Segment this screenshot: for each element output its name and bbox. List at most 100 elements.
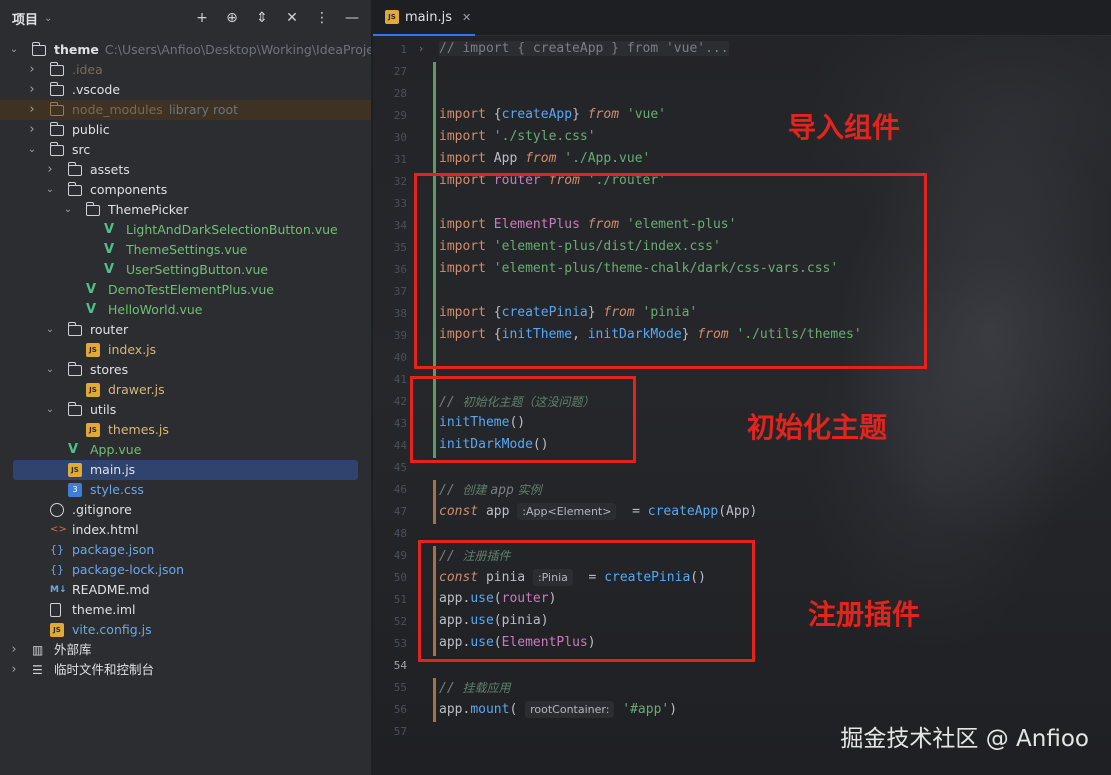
library-root-tag: library root — [168, 102, 239, 117]
tree-item[interactable]: M↓ README.md — [0, 580, 371, 600]
fold-arrow-icon[interactable]: › — [419, 42, 423, 55]
chevron-down-icon[interactable]: ⌄ — [26, 140, 38, 160]
tree-item[interactable]: V ThemeSettings.vue — [0, 240, 371, 260]
file-icon — [50, 603, 61, 617]
tree-item[interactable]: V DemoTestElementPlus.vue — [0, 280, 371, 300]
tree-item[interactable]: › assets — [0, 160, 371, 180]
line-number: 33 — [393, 197, 407, 210]
project-view-selector[interactable]: 项目 — [12, 9, 38, 28]
tree-item-label: package.json — [72, 540, 154, 560]
tree-item[interactable]: ⌄ components — [0, 180, 371, 200]
folder-icon — [67, 402, 82, 416]
tree-item[interactable]: › ▥ 外部库 — [0, 640, 371, 660]
tree-item[interactable]: ⌄ theme C:\Users\Anfioo\Desktop\Working\Id… — [0, 40, 371, 60]
tree-item[interactable]: .gitignore — [0, 500, 371, 520]
chevron-down-icon[interactable]: ⌄ — [62, 200, 74, 220]
tree-item[interactable]: V HelloWorld.vue — [0, 300, 371, 320]
tree-item-label: UserSettingButton.vue — [126, 260, 268, 280]
tree-item-label: package-lock.json — [72, 560, 184, 580]
vcs-change-marker[interactable] — [433, 480, 436, 524]
tree-item-label: theme C:\Users\Anfioo\Desktop\Working\Ide… — [54, 40, 371, 60]
tree-item[interactable]: › .idea — [0, 60, 371, 80]
chevron-down-icon[interactable]: ⌄ — [44, 360, 56, 380]
locate-icon[interactable]: ⊕ — [223, 9, 241, 27]
tree-item[interactable]: › node_modules library root — [0, 100, 371, 120]
tree-item[interactable]: JS index.js — [0, 340, 371, 360]
annotation-plugins: 注册插件 — [808, 598, 921, 631]
code-token: '#app' — [622, 702, 670, 717]
add-icon[interactable]: + — [193, 9, 211, 27]
chevron-down-icon[interactable]: ⌄ — [44, 400, 56, 420]
tree-item-name: src — [72, 142, 91, 157]
tree-item[interactable]: ⌄ stores — [0, 360, 371, 380]
code-token: app — [478, 504, 518, 519]
tree-item[interactable]: ⌄ router — [0, 320, 371, 340]
chevron-down-icon[interactable]: ⌄ — [44, 320, 56, 340]
code-line: import {createApp} from 'vue' — [439, 107, 666, 122]
tree-item-name: index.html — [72, 522, 139, 537]
tree-item[interactable]: › public — [0, 120, 371, 140]
tree-item[interactable]: <> index.html — [0, 520, 371, 540]
code-token: ( — [509, 702, 526, 717]
chevron-right-icon[interactable]: › — [26, 60, 38, 80]
expand-icon[interactable]: ⇕ — [253, 9, 271, 27]
more-icon[interactable]: ⋮ — [313, 9, 331, 27]
chevron-down-icon[interactable]: ⌄ — [44, 13, 52, 24]
tree-item[interactable]: {} package.json — [0, 540, 371, 560]
code-token: = — [616, 504, 648, 519]
tree-item-label: App.vue — [90, 440, 141, 460]
tree-item[interactable]: theme.iml — [0, 600, 371, 620]
tree-item-label: stores — [90, 360, 128, 380]
tree-item-name: public — [72, 122, 110, 137]
tree-item[interactable]: ⌄ ThemePicker — [0, 200, 371, 220]
tree-item[interactable]: JS drawer.js — [0, 380, 371, 400]
tree-item-label: ThemePicker — [108, 200, 188, 220]
tree-item-label: index.js — [108, 340, 156, 360]
tree-item-label: src — [72, 140, 90, 160]
chevron-right-icon[interactable]: › — [8, 640, 20, 660]
chevron-down-icon[interactable]: ⌄ — [44, 180, 56, 200]
chevron-down-icon[interactable]: ⌄ — [8, 40, 20, 60]
tree-item[interactable]: V App.vue — [0, 440, 371, 460]
folder-icon — [31, 42, 46, 56]
vcs-change-marker[interactable] — [433, 678, 436, 722]
chevron-right-icon[interactable]: › — [44, 160, 56, 180]
js-file-icon: JS — [86, 343, 100, 357]
tree-item-label: utils — [90, 400, 116, 420]
tree-item[interactable]: V LightAndDarkSelectionButton.vue — [0, 220, 371, 240]
collapse-icon[interactable]: ✕ — [283, 9, 301, 27]
chevron-right-icon[interactable]: › — [8, 660, 20, 680]
close-icon[interactable]: ✕ — [462, 11, 471, 24]
tree-item-label: router — [90, 320, 128, 340]
chevron-right-icon[interactable]: › — [26, 120, 38, 140]
code-token: import — [439, 107, 486, 122]
html-file-icon: <> — [50, 524, 67, 535]
tree-item[interactable]: › ☰ 临时文件和控制台 — [0, 660, 371, 680]
folder-icon — [67, 322, 82, 336]
vcs-change-marker[interactable] — [433, 62, 436, 106]
tree-item-label: theme.iml — [72, 600, 135, 620]
tree-item[interactable]: ⌄ utils — [0, 400, 371, 420]
tree-item[interactable]: JS themes.js — [0, 420, 371, 440]
tree-item-name: package.json — [72, 542, 155, 557]
tree-item-name: theme — [54, 42, 99, 57]
json-file-icon: {} — [50, 543, 64, 556]
code-token: 'vue' — [626, 107, 667, 122]
tab-main-js[interactable]: JS main.js ✕ — [373, 0, 475, 36]
chevron-right-icon[interactable]: › — [26, 80, 38, 100]
line-number: 40 — [393, 351, 407, 364]
tree-item[interactable]: ⌄ src — [0, 140, 371, 160]
tree-item[interactable]: › .vscode — [0, 80, 371, 100]
line-number: 42 — [393, 395, 407, 408]
tree-item[interactable]: 3 style.css — [0, 480, 371, 500]
tree-item[interactable]: {} package-lock.json — [0, 560, 371, 580]
tree-item-name: DemoTestElementPlus.vue — [108, 282, 274, 297]
chevron-right-icon[interactable]: › — [26, 100, 38, 120]
line-number: 29 — [393, 109, 407, 122]
tree-item[interactable]: JS vite.config.js — [0, 620, 371, 640]
vue-file-icon: V — [104, 222, 115, 237]
code-line: // 挂载应用 — [439, 679, 511, 696]
tree-item[interactable]: JS main.js — [13, 460, 358, 480]
tree-item[interactable]: V UserSettingButton.vue — [0, 260, 371, 280]
minimize-icon[interactable]: — — [343, 9, 361, 27]
